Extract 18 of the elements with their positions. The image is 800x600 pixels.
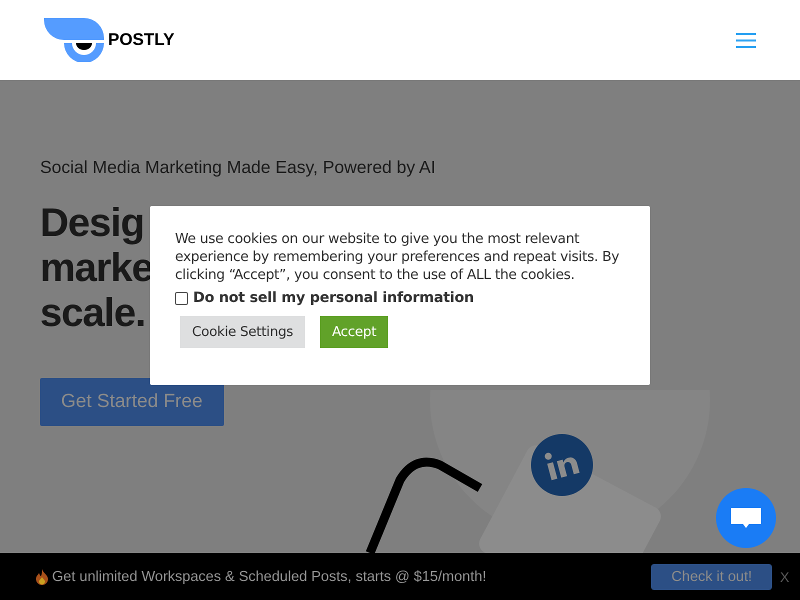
menu-icon[interactable] bbox=[736, 32, 756, 48]
opt-out-label[interactable]: Do not sell my personal information bbox=[193, 290, 474, 306]
check-it-out-button[interactable]: Check it out! bbox=[651, 564, 772, 590]
get-started-button[interactable]: Get Started Free bbox=[40, 378, 224, 426]
chat-button-icon[interactable] bbox=[716, 488, 776, 548]
close-button[interactable]: X bbox=[780, 568, 800, 584]
hero-tagline: Social Media Marketing Made Easy, Powered by AI bbox=[40, 157, 436, 178]
fire-icon bbox=[35, 568, 49, 584]
cookie-message: We use cookies on our website to give you the most relevant experience by remembering your preferences and repeat visits. By clicking “Accept”, you consent to the use of ALL the cookies. bbox=[175, 230, 620, 284]
logo-icon[interactable] bbox=[44, 18, 104, 62]
hero-headline-line: scale. bbox=[40, 291, 146, 336]
hero-headline-line: Desig bbox=[40, 201, 145, 246]
opt-out-checkbox[interactable] bbox=[175, 292, 188, 304]
promo-message: Get unlimited Workspaces & Scheduled Posts, starts @ $15/month! bbox=[52, 568, 486, 584]
cookie-settings-button[interactable]: Cookie Settings bbox=[180, 316, 305, 348]
accept-button[interactable]: Accept bbox=[320, 316, 388, 348]
hero-headline-line: marke bbox=[40, 246, 153, 291]
logo-text[interactable]: POSTLY bbox=[108, 30, 174, 50]
